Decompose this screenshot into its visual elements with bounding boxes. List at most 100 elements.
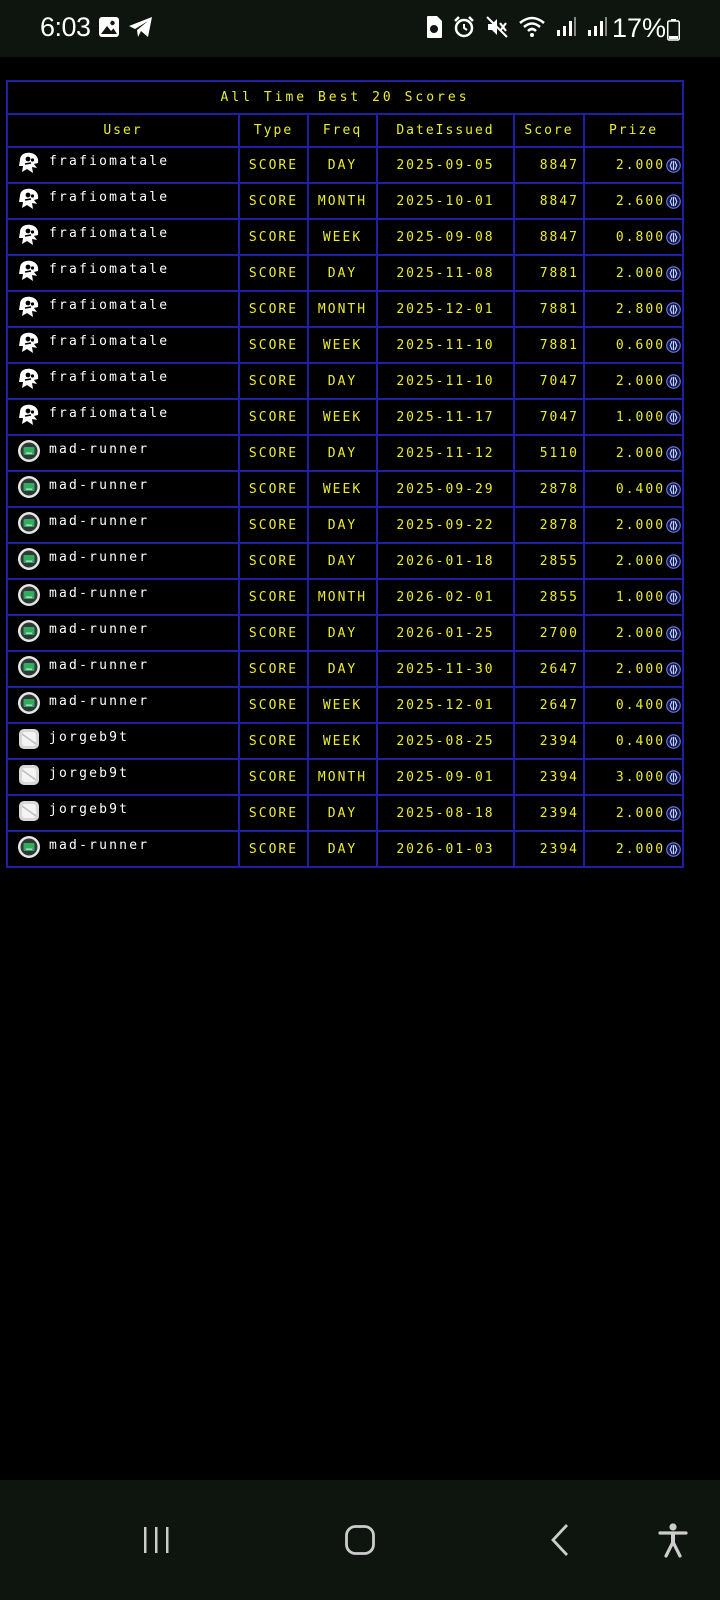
cube-avatar [17, 727, 41, 751]
score-cell: 8847 [513, 182, 585, 220]
freq-cell: WEEK [307, 398, 378, 436]
date-cell: 2025-09-05 [376, 146, 515, 184]
username[interactable]: mad-runner [49, 622, 149, 637]
coin-icon [666, 229, 681, 245]
ghost-avatar [17, 403, 41, 427]
date-cell: 2026-01-25 [376, 614, 515, 652]
prize-amount: 0.400 [615, 733, 666, 749]
score-cell: 7047 [513, 398, 585, 436]
user-cell[interactable]: mad-runner [6, 578, 240, 616]
prize-amount: 0.600 [615, 337, 666, 353]
username[interactable]: frafiomatale [49, 370, 169, 385]
user-cell[interactable]: frafiomatale [6, 398, 240, 436]
type-cell: SCORE [238, 362, 309, 400]
username[interactable]: frafiomatale [49, 154, 169, 169]
prize-amount: 2.000 [615, 157, 666, 173]
username[interactable]: frafiomatale [49, 262, 169, 277]
table-row: mad-runner SCORE WEEK 2025-12-01 2647 0.400 [6, 686, 685, 724]
signal-icon [588, 17, 607, 36]
table-row: mad-runner SCORE WEEK 2025-09-29 2878 0.400 [6, 470, 685, 508]
accessibility-button[interactable] [653, 1510, 693, 1570]
user-cell[interactable]: frafiomatale [6, 326, 240, 364]
back-button[interactable] [540, 1510, 580, 1570]
user-cell[interactable]: frafiomatale [6, 146, 240, 184]
table-row: frafiomatale SCORE MONTH 2025-10-01 8847 2.60… [6, 182, 685, 220]
username[interactable]: frafiomatale [49, 406, 169, 421]
robot-avatar [17, 475, 41, 499]
user-cell[interactable]: mad-runner [6, 506, 240, 544]
freq-cell: DAY [307, 542, 378, 580]
table-row: mad-runner SCORE DAY 2025-11-30 2647 2.000 [6, 650, 685, 688]
robot-avatar [17, 655, 41, 679]
recents-icon [144, 1527, 169, 1553]
accessibility-icon [658, 1523, 688, 1558]
score-cell: 2878 [513, 506, 585, 544]
username[interactable]: mad-runner [49, 550, 149, 565]
table-row: mad-runner SCORE DAY 2026-01-03 2394 2.000 [6, 830, 685, 868]
user-cell[interactable]: frafiomatale [6, 218, 240, 256]
user-cell[interactable]: frafiomatale [6, 254, 240, 292]
type-cell: SCORE [238, 146, 309, 184]
prize-cell: 0.400 [582, 686, 685, 724]
username[interactable]: jorgeb9t [49, 730, 129, 745]
cube-avatar [17, 763, 41, 787]
username[interactable]: mad-runner [49, 442, 149, 457]
freq-cell: MONTH [307, 290, 378, 328]
home-button[interactable] [338, 1510, 382, 1570]
date-cell: 2025-09-29 [376, 470, 515, 508]
username[interactable]: mad-runner [49, 838, 149, 853]
mute-icon [486, 16, 508, 38]
user-cell[interactable]: jorgeb9t [6, 794, 240, 832]
user-cell[interactable]: jorgeb9t [6, 758, 240, 796]
ghost-avatar [17, 295, 41, 319]
prize-cell: 0.400 [582, 470, 685, 508]
date-cell: 2026-01-18 [376, 542, 515, 580]
freq-cell: MONTH [307, 182, 378, 220]
user-cell[interactable]: frafiomatale [6, 182, 240, 220]
prize-amount: 2.600 [615, 193, 666, 209]
prize-cell: 2.000 [582, 506, 685, 544]
user-cell[interactable]: frafiomatale [6, 290, 240, 328]
username[interactable]: jorgeb9t [49, 766, 129, 781]
prize-amount: 1.000 [615, 589, 666, 605]
username[interactable]: frafiomatale [49, 334, 169, 349]
user-cell[interactable]: mad-runner [6, 470, 240, 508]
prize-amount: 2.000 [615, 553, 666, 569]
username[interactable]: frafiomatale [49, 226, 169, 241]
username[interactable]: mad-runner [49, 478, 149, 493]
user-cell[interactable]: jorgeb9t [6, 722, 240, 760]
username[interactable]: frafiomatale [49, 298, 169, 313]
username[interactable]: mad-runner [49, 514, 149, 529]
recents-button[interactable] [136, 1510, 176, 1570]
prize-cell: 0.600 [582, 326, 685, 364]
username[interactable]: mad-runner [49, 586, 149, 601]
freq-cell: WEEK [307, 326, 378, 364]
username[interactable]: mad-runner [49, 694, 149, 709]
username[interactable]: jorgeb9t [49, 802, 129, 817]
score-cell: 2700 [513, 614, 585, 652]
user-cell[interactable]: mad-runner [6, 434, 240, 472]
date-cell: 2025-11-10 [376, 326, 515, 364]
score-cell: 2394 [513, 758, 585, 796]
prize-cell: 3.000 [582, 758, 685, 796]
user-cell[interactable]: mad-runner [6, 614, 240, 652]
user-cell[interactable]: mad-runner [6, 650, 240, 688]
user-cell[interactable]: mad-runner [6, 830, 240, 868]
type-cell: SCORE [238, 218, 309, 256]
coin-icon [666, 769, 681, 785]
username[interactable]: frafiomatale [49, 190, 169, 205]
type-cell: SCORE [238, 686, 309, 724]
freq-cell: DAY [307, 254, 378, 292]
table-row: frafiomatale SCORE WEEK 2025-11-17 7047 1.000 [6, 398, 685, 436]
coin-icon [666, 625, 681, 641]
freq-cell: MONTH [307, 578, 378, 616]
user-cell[interactable]: mad-runner [6, 686, 240, 724]
robot-avatar [17, 439, 41, 463]
date-cell: 2025-12-01 [376, 686, 515, 724]
user-cell[interactable]: frafiomatale [6, 362, 240, 400]
username[interactable]: mad-runner [49, 658, 149, 673]
signal-icon [557, 17, 576, 36]
type-cell: SCORE [238, 758, 309, 796]
prize-amount: 0.800 [615, 229, 666, 245]
user-cell[interactable]: mad-runner [6, 542, 240, 580]
